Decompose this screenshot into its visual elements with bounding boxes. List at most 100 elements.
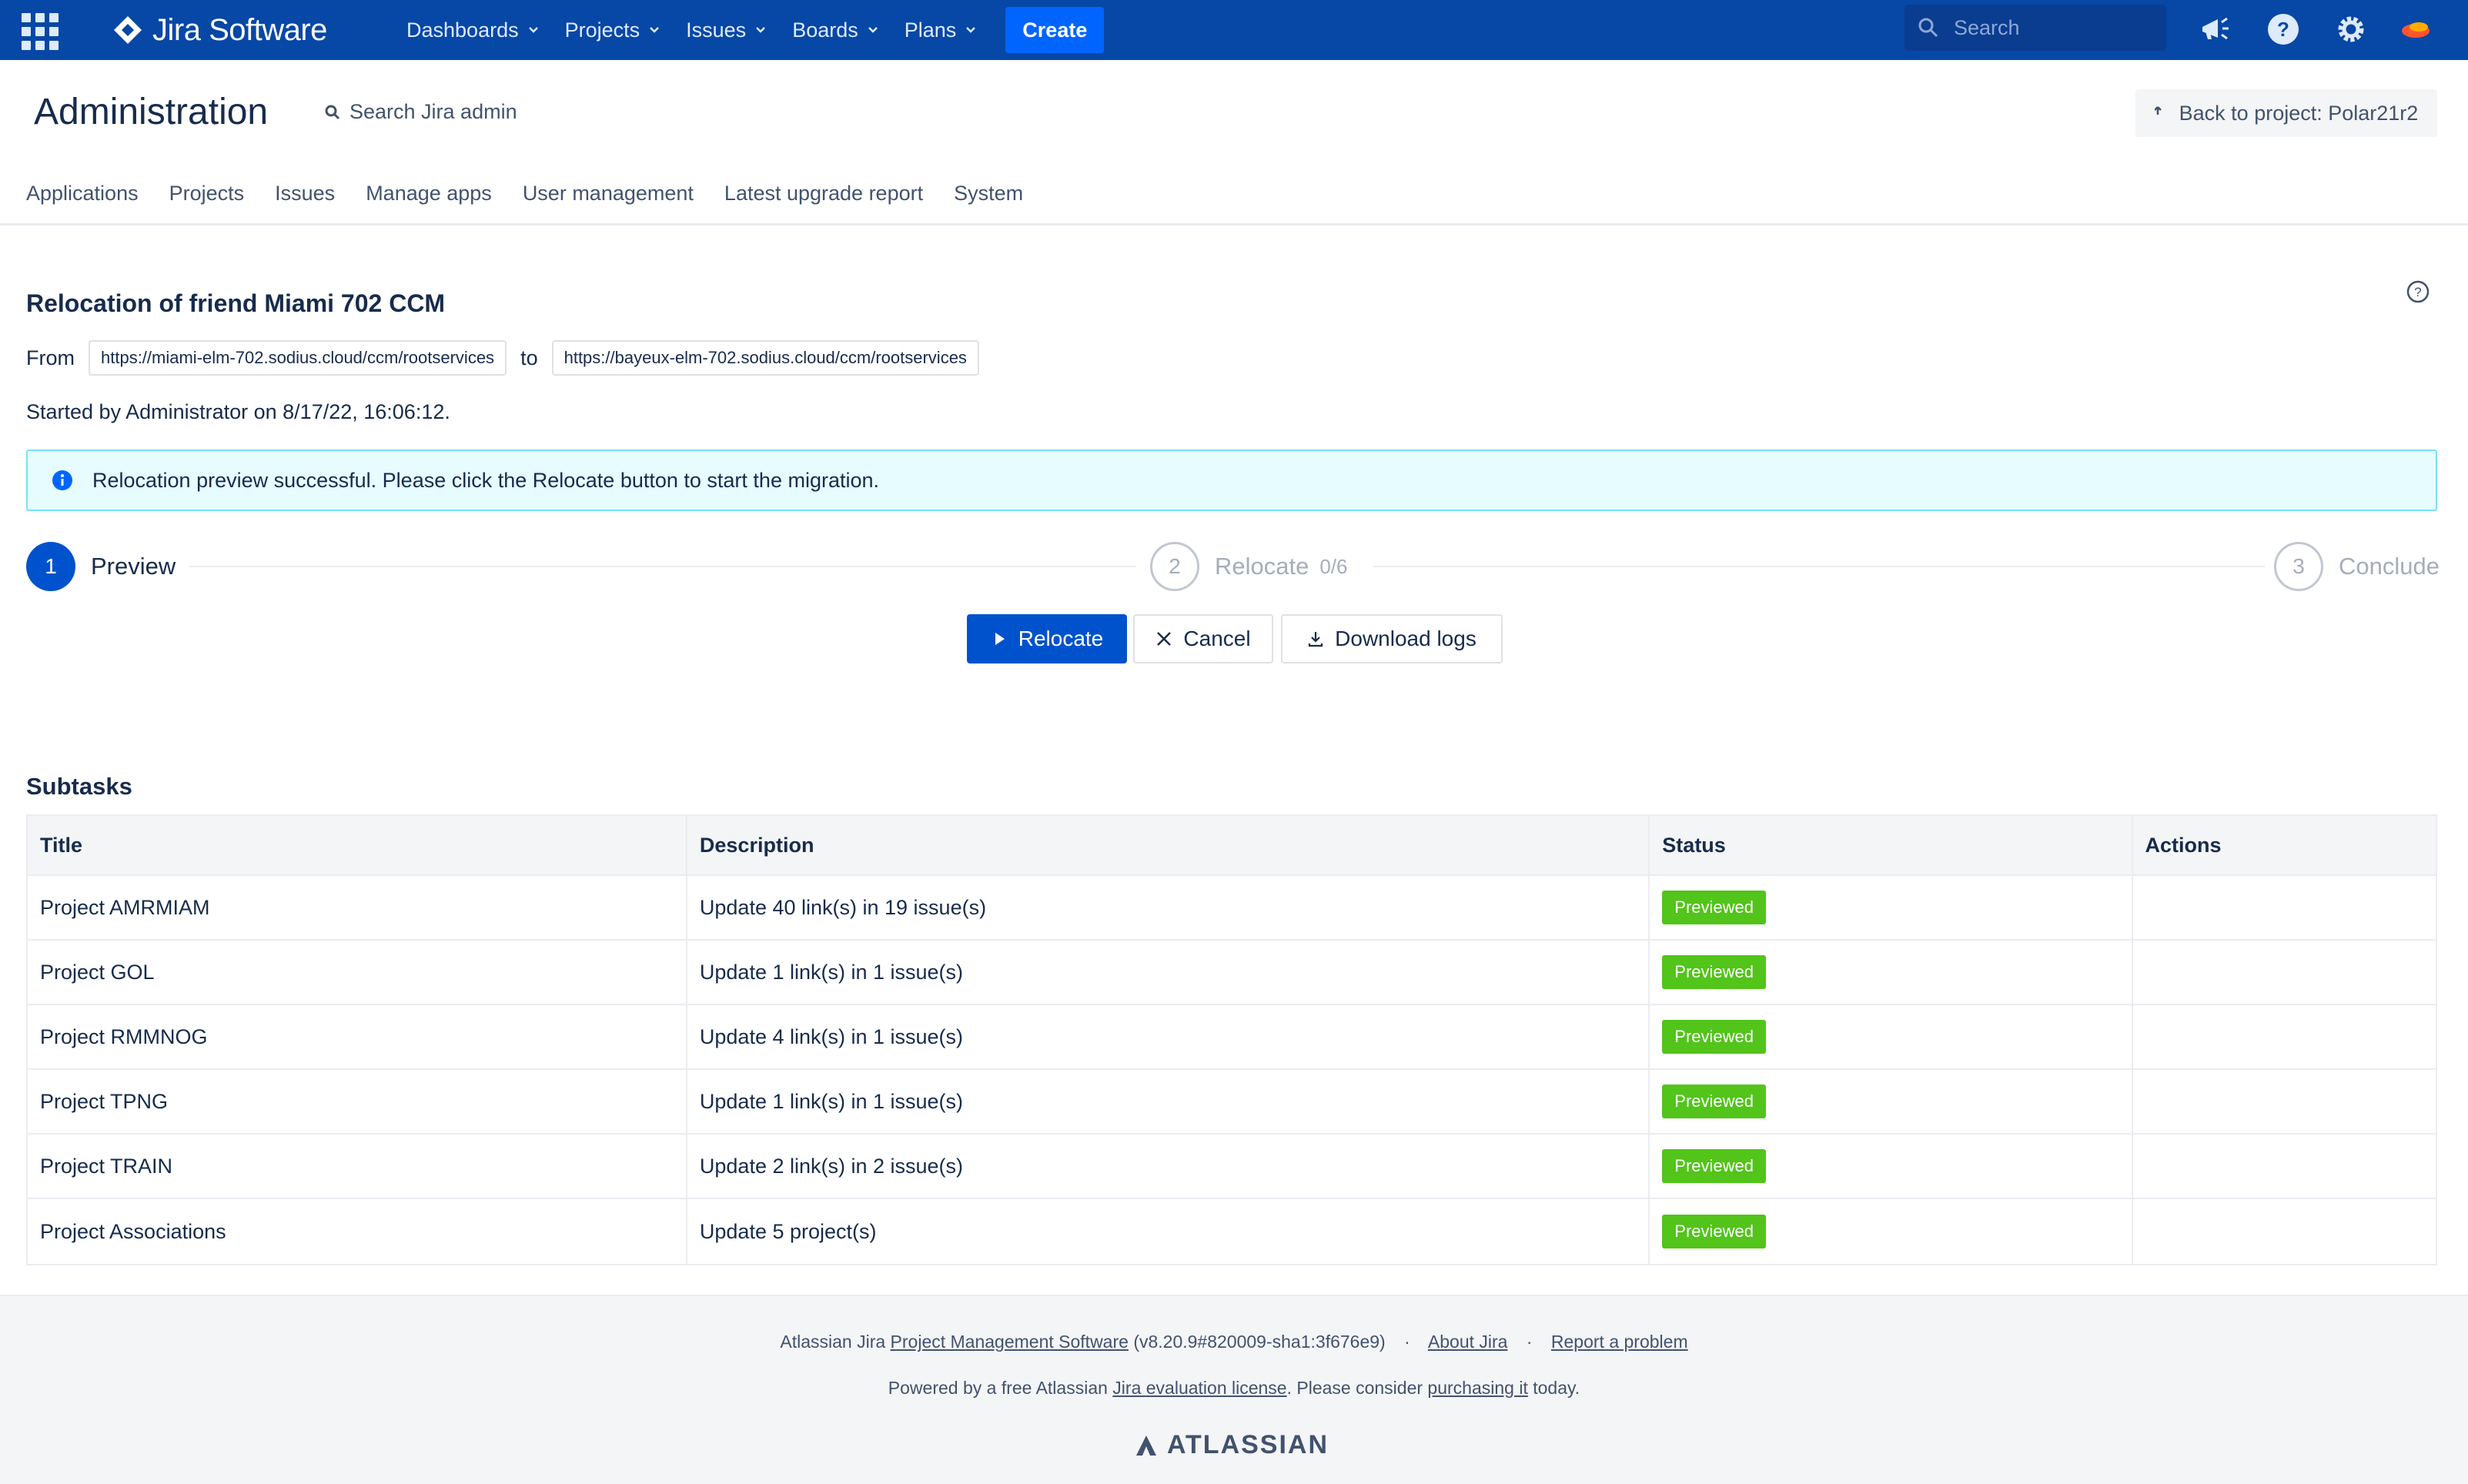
header-divider: [0, 223, 2468, 226]
download-icon: [1309, 632, 1323, 647]
row-description: Update 40 link(s) in 19 issue(s): [687, 876, 1650, 939]
row-title: Project TRAIN: [28, 1135, 687, 1198]
row-title: Project GOL: [28, 941, 687, 1004]
row-actions: [2133, 1199, 2436, 1264]
info-icon: [52, 470, 72, 490]
top-navigation-bar: Jira Software Dashboards Projects Issues…: [0, 0, 2468, 60]
notifications-icon[interactable]: [2194, 8, 2237, 51]
nav-plans[interactable]: Plans: [905, 18, 977, 42]
about-jira-link[interactable]: About Jira: [1428, 1332, 1508, 1352]
app-switcher-icon[interactable]: [17, 10, 59, 50]
admin-search-link[interactable]: Search Jira admin: [323, 100, 517, 124]
nav-dashboards-label: Dashboards: [406, 18, 519, 42]
cancel-label: Cancel: [1183, 627, 1251, 650]
user-avatar[interactable]: [2394, 8, 2437, 51]
tab-issues[interactable]: Issues: [275, 182, 335, 206]
status-badge: Previewed: [1662, 955, 1767, 989]
table-row: Project TPNG Update 1 link(s) in 1 issue…: [28, 1070, 2436, 1135]
footer-line-1: Atlassian Jira Project Management Softwa…: [0, 1332, 2468, 1352]
footer-separator: ·: [1526, 1332, 1533, 1352]
status-badge: Previewed: [1662, 1215, 1767, 1248]
evaluation-license-link[interactable]: Jira evaluation license: [1112, 1378, 1286, 1398]
step-label: Conclude: [2339, 553, 2440, 580]
row-status: Previewed: [1650, 1070, 2133, 1133]
column-header-actions: Actions: [2145, 833, 2222, 857]
row-status: Previewed: [1650, 1135, 2133, 1198]
nav-issues[interactable]: Issues: [686, 18, 766, 42]
status-badge: Previewed: [1662, 891, 1767, 924]
footer-consider: . Please consider: [1286, 1378, 1423, 1398]
jira-diamond-icon: [114, 16, 142, 44]
footer-separator: ·: [1404, 1332, 1410, 1352]
from-label: From: [26, 346, 75, 369]
row-actions: [2133, 941, 2436, 1004]
subtasks-table: Title Description Status Actions Project…: [26, 814, 2437, 1265]
column-header-description[interactable]: Description: [687, 816, 1650, 874]
question-circle-icon[interactable]: ?: [2405, 279, 2431, 305]
table-row: Project AMRMIAM Update 40 link(s) in 19 …: [28, 876, 2436, 941]
back-to-project-button[interactable]: Back to project: Polar21r2: [2135, 89, 2437, 137]
back-arrow-icon: [2154, 106, 2162, 115]
subtasks-heading: Subtasks: [26, 773, 132, 800]
tab-system[interactable]: System: [954, 182, 1023, 206]
question-circle-icon: ?: [2268, 14, 2299, 45]
step-relocate: 2 Relocate 0/6: [1150, 542, 1362, 591]
chevron-down-icon: [966, 27, 976, 33]
tab-manage-apps[interactable]: Manage apps: [366, 182, 492, 206]
to-url: https://bayeux-elm-702.sodius.cloud/ccm/…: [551, 340, 979, 376]
purchasing-link[interactable]: purchasing it: [1427, 1378, 1527, 1398]
tab-user-management[interactable]: User management: [523, 182, 694, 206]
report-problem-link[interactable]: Report a problem: [1551, 1332, 1688, 1352]
relocate-button[interactable]: Relocate: [967, 614, 1127, 663]
info-banner-text: Relocation preview successful. Please cl…: [92, 468, 880, 492]
close-icon: [1157, 632, 1172, 646]
jira-logo[interactable]: Jira Software: [112, 9, 327, 51]
nav-boards[interactable]: Boards: [792, 18, 878, 42]
column-header-title[interactable]: Title: [28, 816, 687, 874]
step-conclude: 3 Conclude: [2274, 542, 2440, 591]
row-description: Update 1 link(s) in 1 issue(s): [687, 1070, 1650, 1133]
status-badge: Previewed: [1662, 1085, 1767, 1118]
status-badge: Previewed: [1662, 1149, 1767, 1183]
chevron-down-icon: [528, 27, 538, 33]
atlassian-mark-icon: [1136, 1435, 1156, 1456]
step-number: 1: [26, 542, 75, 591]
global-search-input[interactable]: Search: [1905, 5, 2166, 51]
step-label: Relocate: [1215, 553, 1309, 580]
relocation-urls: From https://miami-elm-702.sodius.cloud/…: [26, 340, 993, 376]
relocate-label: Relocate: [1018, 627, 1104, 650]
atlassian-logo[interactable]: ATLASSIAN: [1135, 1430, 1329, 1460]
svg-text:?: ?: [2277, 18, 2289, 41]
nav-boards-label: Boards: [792, 18, 858, 42]
step-connector: [1373, 566, 2265, 567]
cancel-button[interactable]: Cancel: [1133, 614, 1273, 663]
table-header: Title Description Status Actions: [28, 816, 2436, 876]
logo-text: Jira Software: [152, 12, 327, 47]
status-badge: Previewed: [1662, 1020, 1767, 1054]
row-actions: [2133, 1070, 2436, 1133]
row-title: Project Associations: [28, 1199, 687, 1264]
row-title: Project RMMNOG: [28, 1005, 687, 1068]
nav-dashboards[interactable]: Dashboards: [406, 18, 539, 42]
tab-applications[interactable]: Applications: [26, 182, 139, 206]
project-management-software-link[interactable]: Project Management Software: [891, 1332, 1129, 1352]
to-label: to: [520, 346, 538, 369]
step-count: 0/6: [1319, 554, 1348, 578]
tab-projects[interactable]: Projects: [169, 182, 245, 206]
row-status: Previewed: [1650, 941, 2133, 1004]
chevron-down-icon: [756, 27, 766, 33]
nav-projects-label: Projects: [564, 18, 640, 42]
create-button[interactable]: Create: [1005, 7, 1105, 53]
column-header-status[interactable]: Status: [1650, 816, 2133, 874]
download-logs-button[interactable]: Download logs: [1281, 614, 1503, 663]
admin-search-label: Search Jira admin: [349, 100, 517, 123]
nav-projects[interactable]: Projects: [565, 18, 660, 42]
step-connector: [189, 566, 1136, 567]
tab-latest-upgrade-report[interactable]: Latest upgrade report: [724, 182, 923, 206]
settings-icon[interactable]: [2329, 8, 2373, 51]
row-description: Update 1 link(s) in 1 issue(s): [687, 941, 1650, 1004]
footer-version: (v8.20.9#820009-sha1:3f676e9): [1133, 1332, 1386, 1352]
search-icon: [1918, 18, 1938, 38]
table-row: Project TRAIN Update 2 link(s) in 2 issu…: [28, 1135, 2436, 1199]
help-icon[interactable]: ?: [2262, 8, 2305, 51]
